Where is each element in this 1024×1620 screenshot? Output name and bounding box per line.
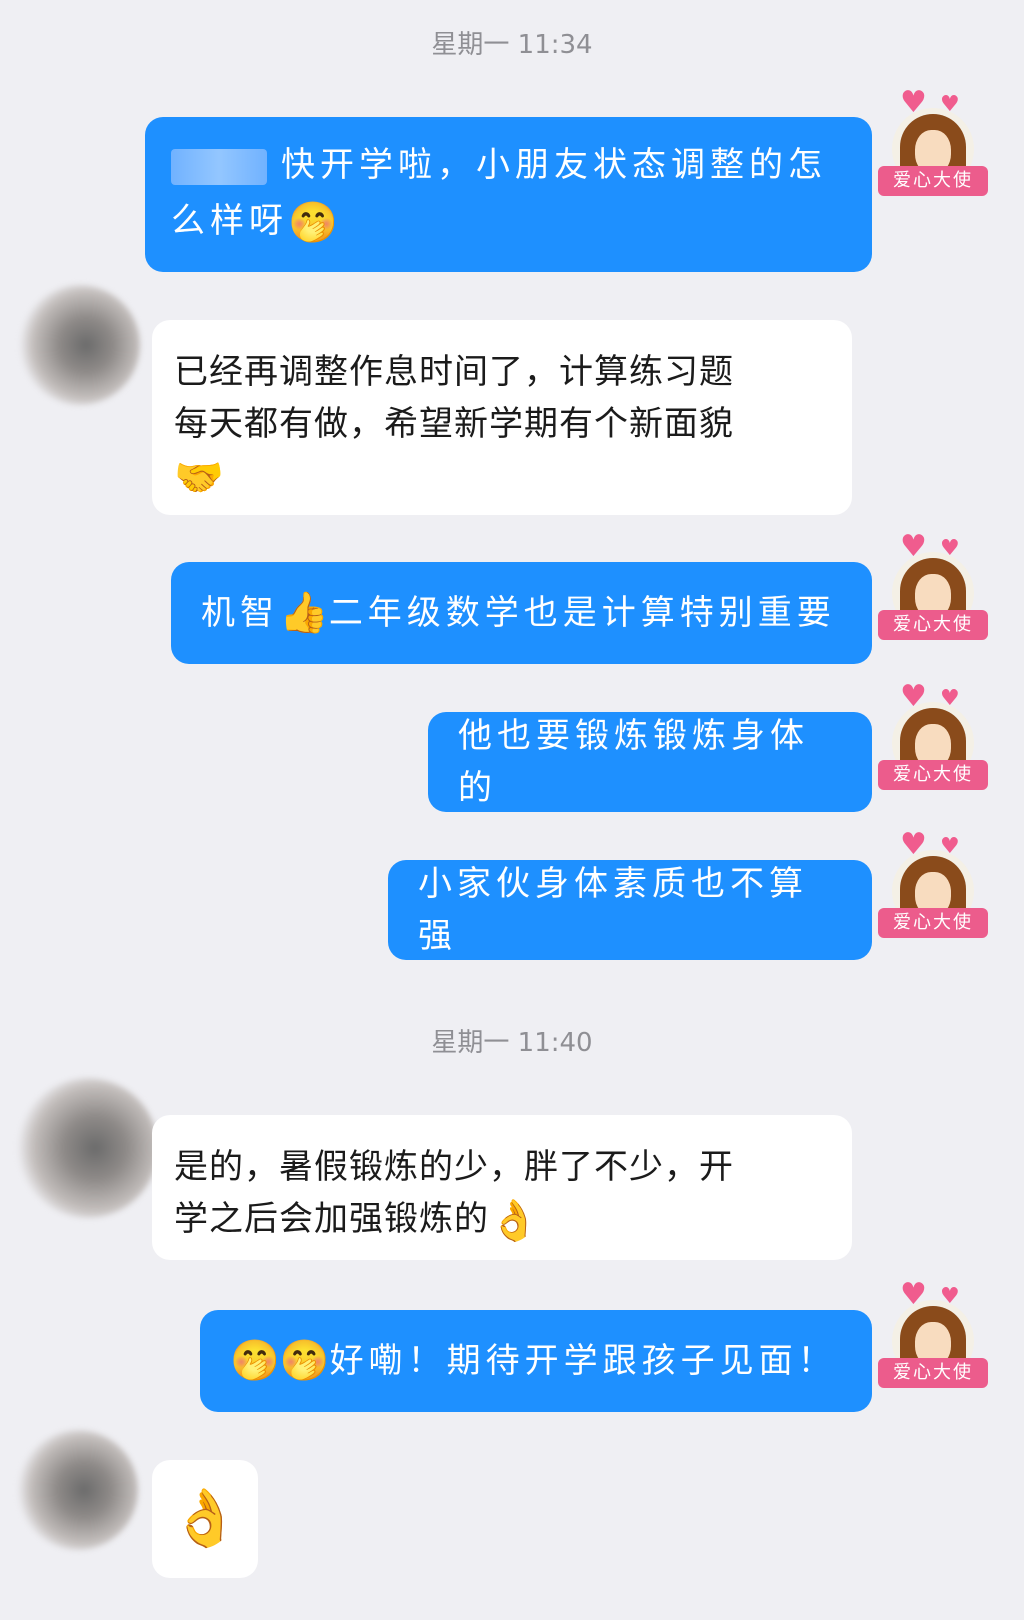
my-avatar[interactable]: ♥ ♥ 爱心大使 (878, 532, 988, 646)
avatar-ribbon: 爱心大使 (878, 760, 988, 790)
my-avatar[interactable]: ♥ ♥ 爱心大使 (878, 682, 988, 796)
message-text: 小家伙身体素质也不算强 (418, 864, 808, 956)
message-text: 是的，暑假锻炼的少，胖了不少，开 (174, 1147, 734, 1187)
my-avatar[interactable]: ♥ ♥ 爱心大使 (878, 1280, 988, 1394)
message-text: 好嘞！期待开学跟孩子见面！ (329, 1341, 837, 1381)
message-text: 快开学啦，小朋友状态调整的怎 (281, 145, 827, 185)
timestamp: 星期一 11:34 (431, 30, 593, 60)
ok-hand-emoji-icon: 👌 (170, 1486, 240, 1551)
handshake-emoji-icon: 🤝 (174, 454, 224, 501)
message-bubble-incoming[interactable]: 👌 (152, 1460, 258, 1578)
message-bubble-outgoing[interactable]: 🤭🤭 好嘞！期待开学跟孩子见面！ (200, 1310, 872, 1412)
message-bubble-outgoing[interactable]: 快开学啦，小朋友状态调整的怎 么样呀🤭 (145, 117, 872, 272)
contact-avatar[interactable] (18, 1078, 158, 1218)
my-avatar[interactable]: ♥ ♥ 爱心大使 (878, 88, 988, 202)
thumbs-up-emoji-icon: 👍 (279, 590, 329, 636)
hand-over-mouth-emoji-icon: 🤭 (288, 199, 338, 246)
contact-avatar[interactable] (20, 285, 140, 405)
message-bubble-incoming[interactable]: 已经再调整作息时间了，计算练习题 每天都有做，希望新学期有个新面貌 🤝 (152, 320, 852, 515)
message-text: 学之后会加强锻炼的 (174, 1199, 489, 1239)
my-avatar[interactable]: ♥ ♥ 爱心大使 (878, 830, 988, 944)
message-bubble-outgoing[interactable]: 小家伙身体素质也不算强 (388, 860, 872, 960)
hand-over-mouth-emoji-icon: 🤭🤭 (230, 1338, 330, 1384)
avatar-ribbon: 爱心大使 (878, 908, 988, 938)
message-text: 二年级数学也是计算特别重要 (328, 593, 836, 633)
message-text: 已经再调整作息时间了，计算练习题 (174, 352, 734, 392)
avatar-ribbon: 爱心大使 (878, 166, 988, 196)
message-bubble-outgoing[interactable]: 他也要锻炼锻炼身体的 (428, 712, 872, 812)
message-bubble-outgoing[interactable]: 机智 👍 二年级数学也是计算特别重要 (171, 562, 872, 664)
redacted-name (171, 148, 267, 185)
timestamp: 星期一 11:40 (431, 1028, 593, 1058)
contact-avatar[interactable] (18, 1430, 138, 1550)
ok-hand-emoji-icon: 👌 (489, 1197, 539, 1244)
message-text: 机智 (201, 593, 279, 633)
avatar-ribbon: 爱心大使 (878, 610, 988, 640)
message-text: 他也要锻炼锻炼身体的 (458, 716, 809, 808)
message-text: 么样呀 (171, 201, 288, 241)
message-bubble-incoming[interactable]: 是的，暑假锻炼的少，胖了不少，开 学之后会加强锻炼的👌 (152, 1115, 852, 1260)
avatar-ribbon: 爱心大使 (878, 1358, 988, 1388)
message-text: 每天都有做，希望新学期有个新面貌 (174, 404, 734, 444)
